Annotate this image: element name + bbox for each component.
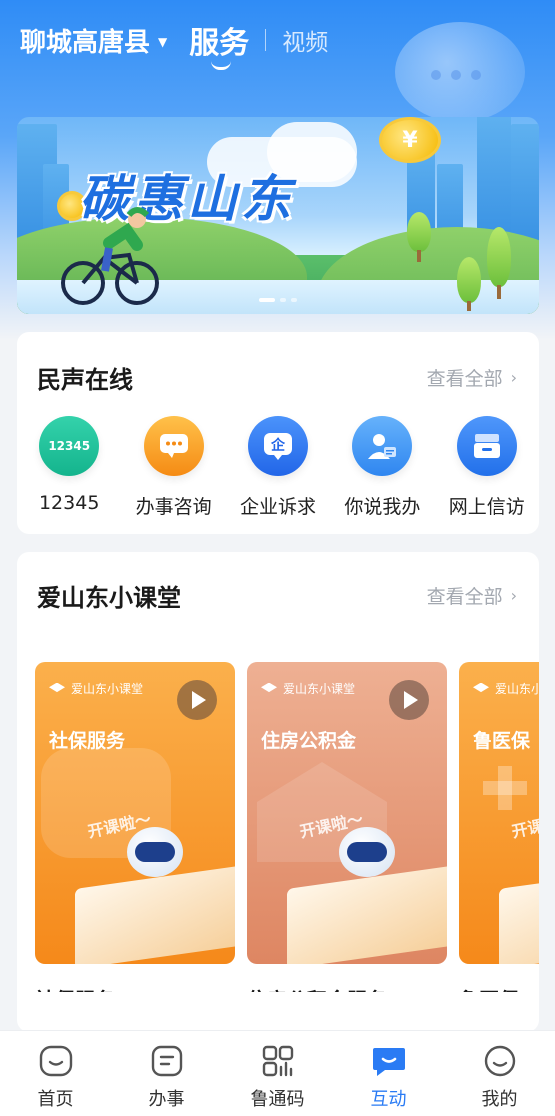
shortcut-consult[interactable]: 办事咨询 <box>121 416 225 519</box>
graduation-cap-icon <box>473 682 489 693</box>
course-card[interactable]: 爱山东小课堂 社保服务 开课啦～ 社保服务 <box>35 662 235 992</box>
tab-video[interactable]: 视频 <box>282 23 328 57</box>
course-slogan: 开课啦～ <box>510 809 539 842</box>
shortcut-12345[interactable]: 12345 12345 <box>17 416 121 519</box>
shortcut-label: 你说我办 <box>344 496 421 518</box>
carousel-banner[interactable]: ¥ 碳惠山东 <box>17 117 539 314</box>
city-selector[interactable]: 聊城高唐县 ▼ <box>20 22 167 59</box>
course-tag: 爱山东小课堂 <box>261 680 355 697</box>
tab-profile[interactable]: 我的 <box>444 1031 555 1116</box>
thumbnail-title: 住房公积金 <box>261 730 357 752</box>
tab-label: 鲁通码 <box>250 1089 305 1110</box>
city-name: 聊城高唐县 <box>20 27 151 58</box>
chevron-right-icon: › <box>510 586 517 605</box>
person-card-icon <box>352 416 413 476</box>
section-title: 爱山东小课堂 <box>37 584 181 612</box>
interaction-icon <box>371 1043 407 1079</box>
tab-home[interactable]: 首页 <box>0 1031 111 1116</box>
bottom-tab-bar: 首页 办事 鲁通码 互动 我的 <box>0 1030 555 1116</box>
qr-code-icon <box>260 1043 296 1079</box>
inbox-icon <box>456 416 517 476</box>
medical-cross-icon <box>483 766 527 810</box>
hotline-12345-icon: 12345 <box>39 416 100 476</box>
play-icon[interactable] <box>177 680 217 720</box>
tab-label: 办事 <box>148 1089 185 1110</box>
tab-lutongma[interactable]: 鲁通码 <box>222 1031 333 1116</box>
enterprise-icon: 企 <box>247 416 308 476</box>
see-all-link[interactable]: 查看全部 › <box>427 364 517 391</box>
book-illustration <box>287 865 447 964</box>
graduation-cap-icon <box>261 682 277 693</box>
see-all-label: 查看全部 <box>426 586 503 608</box>
course-name: 住房公积金服务... <box>247 984 447 992</box>
svg-text:企: 企 <box>270 437 286 454</box>
top-header: 聊城高唐县 ▼ 服务 视频 <box>0 0 555 80</box>
book-illustration <box>499 865 539 964</box>
graduation-cap-icon <box>49 682 65 693</box>
course-tag: 爱山东小课堂 <box>473 680 539 697</box>
course-thumbnail: 爱山东小课堂 社保服务 开课啦～ <box>35 662 235 964</box>
divider <box>265 29 267 51</box>
book-illustration <box>75 865 235 964</box>
shortcut-label: 企业诉求 <box>239 496 316 518</box>
cyclist-illustration <box>61 207 159 305</box>
course-card[interactable]: 爱山东小课堂 鲁医保 开课啦～ 鲁医保 <box>459 662 539 992</box>
see-all-link[interactable]: 查看全部 › <box>427 582 517 609</box>
chevron-right-icon: › <box>510 368 517 387</box>
tab-label: 互动 <box>370 1089 407 1110</box>
voice-shortcuts: 12345 12345 办事咨询 企 企业诉求 你说我办 网上信访 <box>17 416 539 519</box>
shortcut-label: 网上信访 <box>448 496 525 518</box>
tasks-icon <box>149 1043 185 1079</box>
course-thumbnail: 爱山东小课堂 住房公积金 开课啦～ <box>247 662 447 964</box>
shortcut-label: 办事咨询 <box>135 496 212 518</box>
shortcut-you-say-we-do[interactable]: 你说我办 <box>330 416 434 519</box>
shortcut-enterprise[interactable]: 企 企业诉求 <box>226 416 330 519</box>
course-tag: 爱山东小课堂 <box>49 680 143 697</box>
play-icon[interactable] <box>389 680 429 720</box>
carousel-indicator <box>259 298 297 302</box>
see-all-label: 查看全部 <box>426 368 503 390</box>
course-thumbnail: 爱山东小课堂 鲁医保 开课啦～ <box>459 662 539 964</box>
tab-service[interactable]: 服务 <box>189 18 249 70</box>
tab-label: 首页 <box>37 1089 74 1110</box>
course-card[interactable]: 爱山东小课堂 住房公积金 开课啦～ 住房公积金服务... <box>247 662 447 992</box>
dropdown-caret-icon: ▼ <box>158 35 168 49</box>
tab-label: 我的 <box>481 1089 518 1110</box>
course-name: 鲁医保 <box>459 984 539 992</box>
chat-bubble-icon <box>143 416 204 476</box>
tab-interaction[interactable]: 互动 <box>333 1031 444 1116</box>
coin-icon: ¥ <box>379 117 441 163</box>
shortcut-petition[interactable]: 网上信访 <box>435 416 539 519</box>
shortcut-label: 12345 <box>38 492 100 514</box>
section-title: 民声在线 <box>37 366 133 394</box>
home-icon <box>38 1043 74 1079</box>
profile-icon <box>482 1043 518 1079</box>
classroom-card: 爱山东小课堂 查看全部 › 爱山东小课堂 社保服务 开课啦～ 社保服务 爱山东小… <box>17 552 539 1032</box>
voice-online-card: 民声在线 查看全部 › 12345 12345 办事咨询 企 企业诉求 你说我办… <box>17 332 539 534</box>
tab-tasks[interactable]: 办事 <box>111 1031 222 1116</box>
thumbnail-title: 鲁医保 <box>473 730 531 752</box>
course-name: 社保服务 <box>35 984 235 992</box>
course-carousel[interactable]: 爱山东小课堂 社保服务 开课啦～ 社保服务 爱山东小课堂 住房公积金 开课啦～ <box>35 662 539 992</box>
